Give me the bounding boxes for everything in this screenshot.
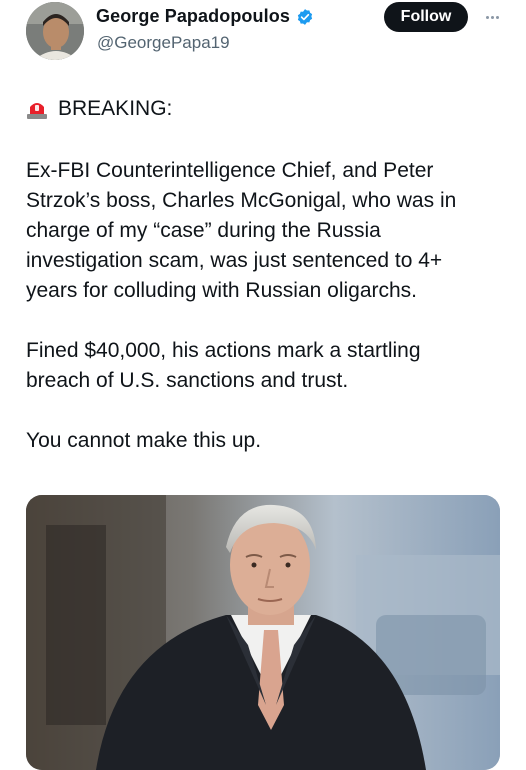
tweet-paragraph-2: Fined $40,000, his actions mark a startl… — [26, 339, 421, 392]
author-avatar[interactable] — [26, 2, 84, 60]
avatar-photo — [26, 2, 84, 60]
breaking-label: BREAKING: — [58, 97, 173, 120]
more-horizontal-icon[interactable] — [480, 8, 504, 26]
follow-button[interactable]: Follow — [384, 2, 468, 32]
verified-badge-icon — [296, 8, 314, 26]
photo-illustration — [26, 495, 500, 770]
author-name-row: George Papadopoulos — [96, 6, 314, 27]
tweet-media-photo[interactable] — [26, 495, 500, 770]
author-handle[interactable]: @GeorgePapa19 — [97, 33, 230, 53]
display-name[interactable]: George Papadopoulos — [96, 6, 290, 27]
tweet-paragraph-3: You cannot make this up. — [26, 429, 262, 452]
tweet-text: BREAKING: Ex-FBI Counterintelligence Chi… — [26, 94, 508, 456]
breaking-line: BREAKING: — [26, 94, 508, 124]
tweet-paragraph-1: Ex-FBI Counterintelligence Chief, and Pe… — [26, 159, 457, 302]
siren-icon — [26, 98, 48, 120]
tweet-header: George Papadopoulos @GeorgePapa19 Follow — [0, 0, 526, 70]
